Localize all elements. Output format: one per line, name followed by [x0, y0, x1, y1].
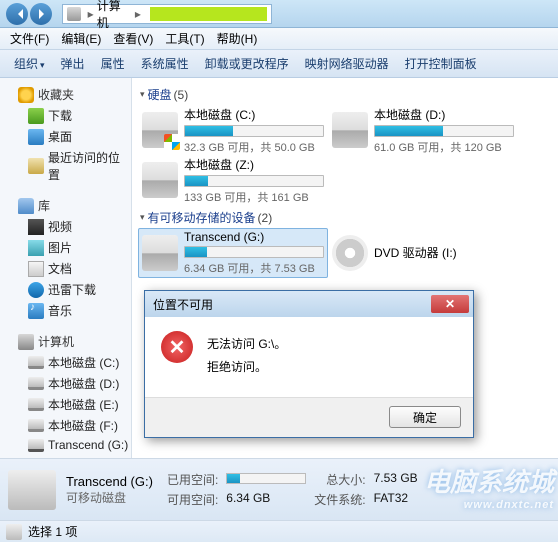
sidebar-item-videos[interactable]: 视频	[0, 216, 131, 237]
ok-button[interactable]: 确定	[389, 406, 461, 428]
status-text: 选择 1 项	[28, 523, 77, 540]
used-value	[226, 471, 306, 488]
drive-g-transcend[interactable]: Transcend (G:) 6.34 GB 可用，共 7.53 GB	[138, 228, 328, 278]
sidebar-item-documents[interactable]: 文档	[0, 258, 131, 279]
close-button[interactable]: ✕	[431, 295, 469, 313]
category-hdd[interactable]: ▾ 硬盘 (5)	[138, 82, 558, 105]
details-name: Transcend (G:)	[66, 474, 153, 489]
free-value: 6.34 GB	[226, 491, 306, 508]
dialog-title: 位置不可用	[153, 296, 431, 313]
drive-icon	[142, 112, 178, 148]
collapse-icon[interactable]: ▾	[140, 212, 145, 223]
uninstall-button[interactable]: 卸载或更改程序	[197, 55, 297, 72]
sidebar-item-desktop[interactable]: 桌面	[0, 126, 131, 147]
details-type: 可移动磁盘	[66, 489, 153, 506]
fs-value: FAT32	[374, 491, 418, 508]
dvd-icon	[332, 235, 368, 271]
sidebar-item-xunlei[interactable]: 迅雷下载	[0, 279, 131, 300]
sidebar-item-disk-f[interactable]: 本地磁盘 (F:)	[0, 415, 131, 436]
library-icon	[18, 198, 34, 214]
nav-back-button[interactable]	[6, 3, 28, 25]
collapse-icon[interactable]: ▾	[140, 89, 145, 100]
sidebar-libraries[interactable]: 库	[0, 193, 131, 216]
sidebar-item-recent[interactable]: 最近访问的位置	[0, 147, 131, 185]
map-drive-button[interactable]: 映射网络驱动器	[297, 55, 397, 72]
total-value: 7.53 GB	[374, 471, 418, 488]
dialog-message-1: 无法访问 G:\。	[207, 333, 457, 356]
fs-label: 文件系统:	[314, 491, 365, 508]
menubar: 文件(F) 编辑(E) 查看(V) 工具(T) 帮助(H)	[0, 28, 558, 50]
drive-icon	[28, 398, 44, 411]
computer-icon	[18, 334, 34, 350]
sidebar-item-music[interactable]: 音乐	[0, 300, 131, 321]
sidebar-item-disk-c[interactable]: 本地磁盘 (C:)	[0, 352, 131, 373]
free-label: 可用空间:	[167, 491, 218, 508]
details-pane: Transcend (G:) 可移动磁盘 已用空间: 总大小: 7.53 GB …	[0, 458, 558, 520]
dialog-titlebar[interactable]: 位置不可用 ✕	[145, 291, 473, 317]
sidebar-item-transcend[interactable]: Transcend (G:)	[0, 436, 131, 454]
computer-icon	[67, 7, 81, 21]
drive-icon	[142, 162, 178, 198]
drive-icon	[28, 439, 44, 452]
control-panel-button[interactable]: 打开控制面板	[397, 55, 485, 72]
toolbar: 组织 弹出 属性 系统属性 卸载或更改程序 映射网络驱动器 打开控制面板	[0, 50, 558, 78]
menu-file[interactable]: 文件(F)	[4, 30, 55, 47]
drive-z[interactable]: 本地磁盘 (Z:) 133 GB 可用，共 161 GB	[138, 155, 328, 205]
picture-icon	[28, 240, 44, 256]
sidebar-item-pictures[interactable]: 图片	[0, 237, 131, 258]
drive-icon	[332, 112, 368, 148]
drive-d[interactable]: 本地磁盘 (D:) 61.0 GB 可用，共 120 GB	[328, 105, 518, 155]
drive-icon	[28, 419, 44, 432]
recent-icon	[28, 158, 44, 174]
document-icon	[28, 261, 44, 277]
breadcrumb-sep: ▸	[135, 7, 141, 21]
breadcrumb-sep: ▸	[88, 7, 94, 21]
desktop-icon	[28, 129, 44, 145]
video-icon	[28, 219, 44, 235]
drive-icon	[142, 235, 178, 271]
used-label: 已用空间:	[167, 471, 218, 488]
sidebar-favorites[interactable]: 收藏夹	[0, 82, 131, 105]
progress-bar	[184, 125, 324, 137]
category-removable[interactable]: ▾ 有可移动存储的设备 (2)	[138, 205, 558, 228]
progress-bar	[184, 175, 324, 187]
drive-icon	[28, 356, 44, 369]
music-icon	[28, 303, 44, 319]
drive-icon	[6, 524, 22, 540]
drive-icon	[8, 470, 56, 510]
sidebar-item-disk-d[interactable]: 本地磁盘 (D:)	[0, 373, 131, 394]
properties-button[interactable]: 属性	[93, 55, 133, 72]
error-icon: ✕	[161, 331, 193, 363]
menu-tools[interactable]: 工具(T)	[159, 30, 210, 47]
progress-bar	[184, 246, 324, 258]
dialog-message-2: 拒绝访问。	[207, 356, 457, 379]
xunlei-icon	[28, 282, 44, 298]
error-dialog: 位置不可用 ✕ ✕ 无法访问 G:\。 拒绝访问。 确定	[144, 290, 474, 438]
sidebar-item-downloads[interactable]: 下载	[0, 105, 131, 126]
eject-button[interactable]: 弹出	[53, 55, 93, 72]
sidebar: 收藏夹 下载 桌面 最近访问的位置 库 视频 图片 文档 迅雷下载 音乐 计算机…	[0, 78, 132, 458]
menu-view[interactable]: 查看(V)	[107, 30, 159, 47]
sidebar-computer[interactable]: 计算机	[0, 329, 131, 352]
address-bar[interactable]: ▸ 计算机 ▸	[62, 4, 272, 24]
organize-button[interactable]: 组织	[6, 55, 53, 72]
address-highlight	[150, 7, 267, 21]
progress-bar	[374, 125, 514, 137]
system-properties-button[interactable]: 系统属性	[133, 55, 197, 72]
star-icon	[18, 87, 34, 103]
drive-icon	[28, 377, 44, 390]
download-icon	[28, 108, 44, 124]
nav-forward-button[interactable]	[30, 3, 52, 25]
drive-c[interactable]: 本地磁盘 (C:) 32.3 GB 可用，共 50.0 GB	[138, 105, 328, 155]
status-bar: 选择 1 项	[0, 520, 558, 542]
titlebar: ▸ 计算机 ▸	[0, 0, 558, 28]
drive-dvd[interactable]: DVD 驱动器 (I:)	[328, 228, 518, 278]
sidebar-item-disk-e[interactable]: 本地磁盘 (E:)	[0, 394, 131, 415]
breadcrumb-location[interactable]: 计算机	[97, 0, 132, 31]
total-label: 总大小:	[314, 471, 365, 488]
menu-help[interactable]: 帮助(H)	[211, 30, 264, 47]
menu-edit[interactable]: 编辑(E)	[55, 30, 107, 47]
